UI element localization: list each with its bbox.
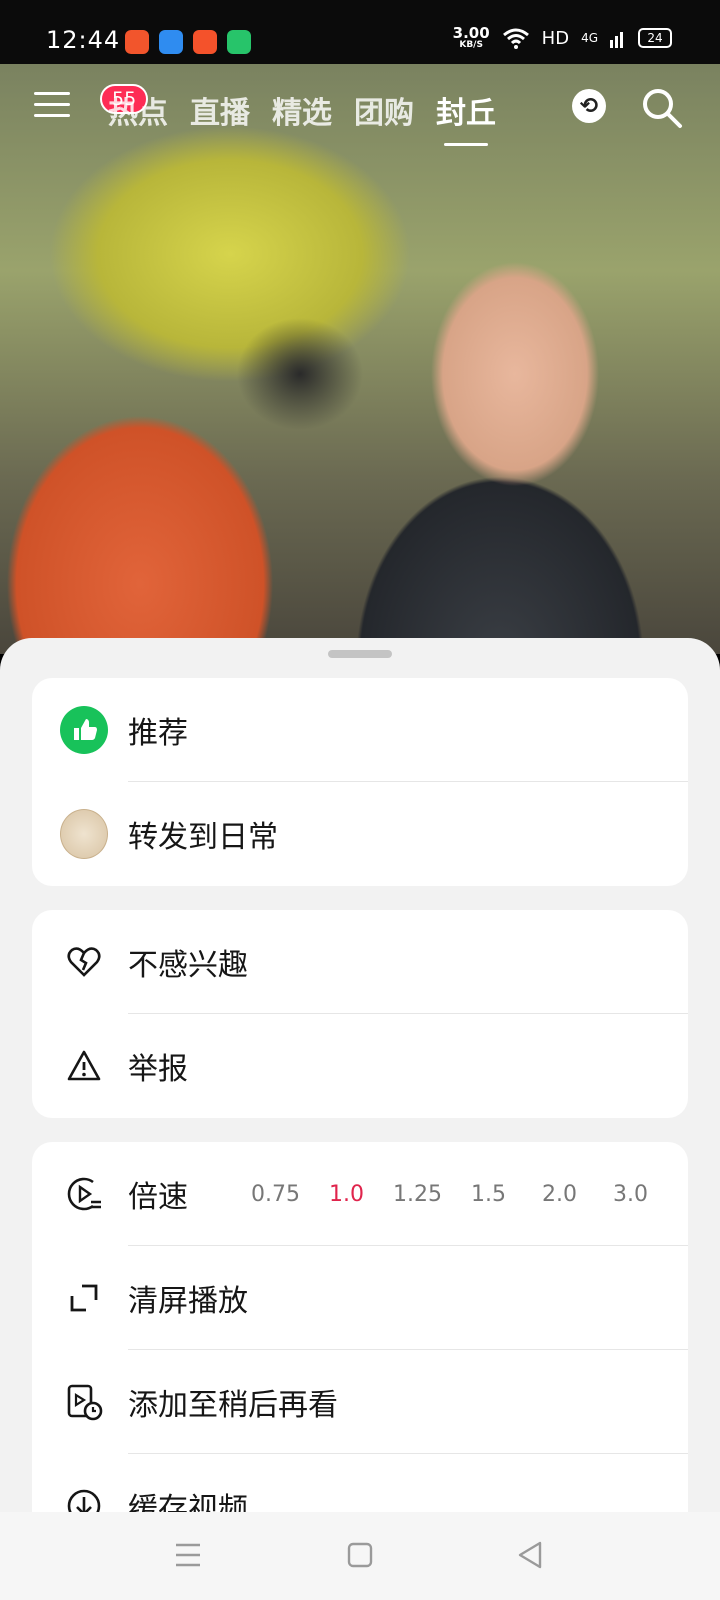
more-actions-sheet: 推荐 转发到日常 不感兴趣 举报 倍速 0.75 1.0 1.25 1.5 2.… (0, 638, 720, 1512)
speed-option-3-0[interactable]: 3.0 (595, 1182, 666, 1207)
speed-option-1-5[interactable]: 1.5 (453, 1182, 524, 1207)
system-nav-bar (0, 1512, 720, 1600)
network-speed-value: 3.00 (452, 24, 490, 42)
download-icon (60, 1482, 108, 1512)
hd-indicator: HD (541, 27, 570, 49)
tab-local[interactable]: 封丘 (436, 88, 496, 146)
status-time: 12:44 (46, 26, 121, 54)
signal-icon (610, 32, 623, 48)
recents-icon[interactable] (174, 1542, 202, 1568)
watch-later-item[interactable]: 添加至稍后再看 (32, 1350, 688, 1454)
feed-tabs: 热点 直播 精选 团购 封丘 (108, 88, 496, 146)
report-item[interactable]: 举报 (32, 1014, 688, 1118)
tab-group-buy[interactable]: 团购 (354, 88, 414, 132)
cache-video-label: 缓存视频 (128, 1492, 248, 1512)
warning-icon (60, 1042, 108, 1090)
recommend-item[interactable]: 推荐 (32, 678, 688, 782)
playback-speed-icon (60, 1170, 108, 1218)
signal-type: 4G (581, 31, 598, 45)
speed-option-0-75[interactable]: 0.75 (240, 1182, 311, 1207)
cache-video-item[interactable]: 缓存视频 (32, 1454, 688, 1512)
watch-later-label: 添加至稍后再看 (128, 1388, 338, 1423)
app-notification-icon (227, 30, 251, 54)
speed-option-1-0[interactable]: 1.0 (311, 1182, 382, 1207)
clear-screen-item[interactable]: 清屏播放 (32, 1246, 688, 1350)
back-icon[interactable] (516, 1540, 544, 1570)
speed-option-2-0[interactable]: 2.0 (524, 1182, 595, 1207)
broken-heart-icon (60, 938, 108, 986)
top-nav: 55 热点 直播 精选 团购 封丘 ⟲ (0, 80, 720, 146)
app-notification-icon (125, 30, 149, 54)
clear-screen-label: 清屏播放 (128, 1284, 248, 1319)
not-interested-item[interactable]: 不感兴趣 (32, 910, 688, 1014)
repost-daily-label: 转发到日常 (128, 820, 278, 855)
network-speed: 3.00 KB/S (453, 26, 490, 50)
expand-icon (60, 1274, 108, 1322)
video-app-notification-icon (193, 30, 217, 54)
not-interested-label: 不感兴趣 (128, 948, 248, 983)
status-bar: 12:44 3.00 KB/S HD 4G 24 (0, 0, 720, 64)
thumbs-up-icon (60, 706, 108, 754)
battery-icon: 24 (638, 28, 672, 48)
switch-location-button[interactable]: ⟲ (572, 89, 606, 123)
speed-option-1-25[interactable]: 1.25 (382, 1182, 453, 1207)
speed-options: 0.75 1.0 1.25 1.5 2.0 3.0 (240, 1182, 666, 1207)
tab-featured[interactable]: 精选 (272, 88, 332, 132)
report-label: 举报 (128, 1052, 188, 1087)
recommend-label: 推荐 (128, 716, 188, 751)
avatar (60, 809, 108, 859)
wifi-icon (502, 28, 529, 49)
playback-card: 倍速 0.75 1.0 1.25 1.5 2.0 3.0 清屏播放 添加至稍后再… (32, 1142, 688, 1512)
watch-later-icon (60, 1378, 108, 1426)
tab-hot[interactable]: 热点 (108, 88, 168, 132)
menu-button[interactable]: 55 (34, 84, 149, 122)
playback-speed-label: 倍速 (128, 1180, 188, 1215)
sheet-drag-handle[interactable] (328, 650, 392, 658)
home-icon[interactable] (347, 1542, 373, 1568)
network-speed-unit: KB/S (459, 40, 483, 50)
app-notification-icon (159, 30, 183, 54)
search-icon[interactable] (640, 86, 684, 130)
playback-speed-item: 倍速 0.75 1.0 1.25 1.5 2.0 3.0 (32, 1142, 688, 1246)
notification-icons (125, 30, 251, 54)
video-player[interactable] (0, 64, 720, 654)
feedback-card: 不感兴趣 举报 (32, 910, 688, 1118)
repost-daily-item[interactable]: 转发到日常 (32, 782, 688, 886)
tab-live[interactable]: 直播 (190, 88, 250, 132)
share-card: 推荐 转发到日常 (32, 678, 688, 886)
